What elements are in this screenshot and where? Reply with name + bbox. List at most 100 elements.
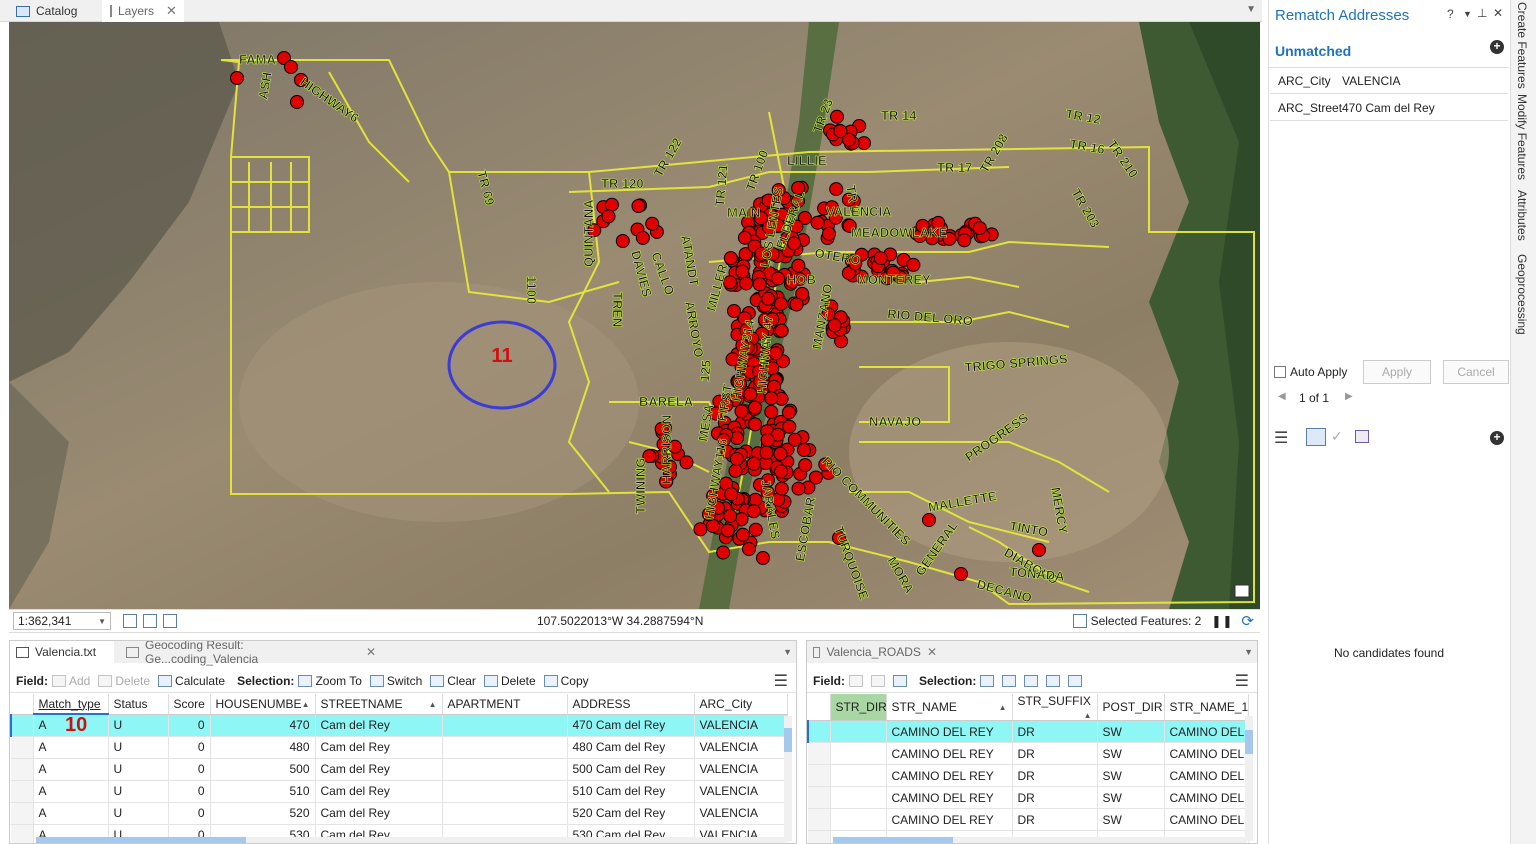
table-cell[interactable]: U <box>108 802 169 825</box>
table-cell[interactable]: U <box>108 758 169 781</box>
geocoded-point[interactable] <box>810 215 825 230</box>
geocoded-point[interactable] <box>734 404 749 419</box>
row-header[interactable] <box>808 830 831 843</box>
column-header[interactable]: ADDRESS <box>567 694 695 715</box>
chevron-down-icon[interactable]: ▼ <box>1244 647 1253 657</box>
geocoded-point[interactable] <box>906 257 921 272</box>
clear-button[interactable] <box>1024 674 1039 687</box>
table-cell[interactable]: U <box>108 780 169 803</box>
delete-field-button[interactable]: Delete <box>98 674 150 688</box>
scale-dropdown[interactable]: 1:362,341 ▼ <box>13 612 111 630</box>
geocoded-point[interactable] <box>781 405 796 420</box>
row-header[interactable] <box>808 742 831 765</box>
tab-valencia-txt[interactable]: Valencia.txt <box>10 641 114 663</box>
table-cell[interactable]: 0 <box>168 780 211 803</box>
help-icon[interactable]: ? <box>1447 7 1454 21</box>
table-cell[interactable]: Cam del Rey <box>315 780 443 803</box>
geocoded-point[interactable] <box>791 258 806 273</box>
table-row[interactable]: CAMINO DEL REYDRSWCAMINO DEL R <box>808 808 1249 831</box>
geocoded-point[interactable] <box>752 277 767 292</box>
table-cell[interactable]: CAMINO DEL R <box>1164 742 1249 765</box>
geocoded-point[interactable] <box>756 551 770 565</box>
table-cell[interactable] <box>442 714 568 737</box>
table-cell[interactable] <box>442 780 568 803</box>
table-cell[interactable]: CAMINO DEL R <box>1164 808 1249 831</box>
column-header[interactable]: Status <box>108 694 169 715</box>
table-cell[interactable]: CAMINO DEL R <box>1164 786 1249 809</box>
scrollbar-thumb[interactable] <box>784 728 792 752</box>
table-cell[interactable]: DR <box>1012 786 1098 809</box>
table-cell[interactable]: 0 <box>168 802 211 825</box>
delete-field-button[interactable] <box>871 674 885 687</box>
column-header[interactable]: STR_NAME_1 <box>1164 694 1249 721</box>
scrollbar-thumb[interactable] <box>833 837 953 843</box>
geocoded-point[interactable] <box>791 481 806 496</box>
tab-catalog[interactable]: Catalog <box>8 0 100 22</box>
checkbox-box[interactable] <box>1274 366 1286 378</box>
tab-modify-features[interactable]: Modify Features <box>1515 94 1529 180</box>
column-header[interactable]: STR_SUFFIX ▲ <box>1012 694 1098 721</box>
geocoded-point[interactable] <box>746 456 761 471</box>
table-cell[interactable] <box>830 808 887 831</box>
geocoded-point[interactable] <box>774 323 789 338</box>
row-header[interactable] <box>11 736 34 759</box>
tab-attributes[interactable]: Attributes <box>1515 190 1529 241</box>
table-cell[interactable]: CAMINO DEL REY <box>886 742 1013 765</box>
geocoded-point[interactable] <box>723 508 738 523</box>
previous-icon[interactable]: ◀ <box>1278 391 1286 402</box>
table-cell[interactable]: 510 <box>210 780 316 803</box>
table-cell[interactable]: CAMINO DEL R <box>1164 764 1249 787</box>
column-header[interactable]: STREETNAME ▲ <box>315 694 443 715</box>
table-menu-icon[interactable]: ☰ <box>1235 671 1249 691</box>
calculate-button[interactable]: Calculate <box>158 674 225 688</box>
geocoded-point[interactable] <box>746 504 761 519</box>
table-row[interactable]: CAMINO DEL REYDRSWCAMINO DEL R <box>808 786 1249 809</box>
field-value[interactable]: VALENCIA <box>1342 74 1400 88</box>
geocoded-point[interactable] <box>739 276 754 291</box>
snapping-icon[interactable] <box>143 614 157 628</box>
geocoded-point[interactable] <box>604 197 619 212</box>
geocoded-point[interactable] <box>724 487 739 502</box>
geocoded-point[interactable] <box>693 522 708 537</box>
save-icon[interactable] <box>1355 430 1369 443</box>
horizontal-scrollbar[interactable] <box>833 837 1247 843</box>
geocoded-point[interactable] <box>830 109 844 124</box>
table-cell[interactable]: Cam del Rey <box>315 736 443 759</box>
geocoded-point[interactable] <box>631 199 646 213</box>
field-row[interactable]: ARC_Street 470 Cam del Rey <box>1270 95 1508 121</box>
table-cell[interactable]: CAMINO DEL REY <box>886 808 1013 831</box>
table-cell[interactable] <box>442 802 568 825</box>
geocoded-point[interactable] <box>833 124 848 139</box>
table-row[interactable]: A U 0 520 Cam del Rey 520 Cam del Rey VALENCIA <box>11 802 788 825</box>
column-header[interactable]: APARTMENT <box>442 694 568 715</box>
table-cell[interactable]: 470 Cam del Rey <box>567 714 695 737</box>
table-cell[interactable]: 520 Cam del Rey <box>567 802 695 825</box>
tab-geoprocessing[interactable]: Geoprocessing <box>1515 254 1529 335</box>
table-cell[interactable]: 480 Cam del Rey <box>567 736 695 759</box>
scrollbar-thumb[interactable] <box>36 837 246 843</box>
vertical-scrollbar[interactable] <box>1245 716 1253 841</box>
geocoded-point[interactable] <box>679 455 694 470</box>
geocoded-point[interactable] <box>954 567 968 581</box>
column-header[interactable]: HOUSENUMBE ▲ <box>210 694 316 715</box>
geocoded-point[interactable] <box>797 443 811 457</box>
table-cell[interactable]: A <box>33 736 109 759</box>
table-cell[interactable]: U <box>108 736 169 759</box>
geocoded-point[interactable] <box>873 251 888 266</box>
table-cell[interactable]: CAMINO DEL REY <box>886 764 1013 787</box>
table-cell[interactable]: U <box>108 714 169 737</box>
table-row[interactable]: A U 0 510 Cam del Rey 510 Cam del Rey VALENCIA <box>11 780 788 803</box>
map-view[interactable]: FAMA ASH HIGHWAY6 TR 69 TR 120 TR 122 TR 121 TR… <box>9 22 1260 609</box>
geocoded-point[interactable] <box>645 216 660 231</box>
geocoded-point[interactable] <box>748 400 763 415</box>
geocoded-point[interactable] <box>773 446 788 461</box>
table-cell[interactable]: SW <box>1097 742 1165 765</box>
chevron-down-icon[interactable]: ▼ <box>1246 4 1256 15</box>
geocoded-point[interactable] <box>284 60 298 74</box>
geocoded-point[interactable] <box>798 458 813 473</box>
table-cell[interactable]: SW <box>1097 786 1165 809</box>
zoom-to-button[interactable] <box>980 674 995 687</box>
geocoded-point[interactable] <box>771 271 786 286</box>
geocoded-point[interactable] <box>774 481 789 496</box>
column-header[interactable]: Score <box>168 694 211 715</box>
